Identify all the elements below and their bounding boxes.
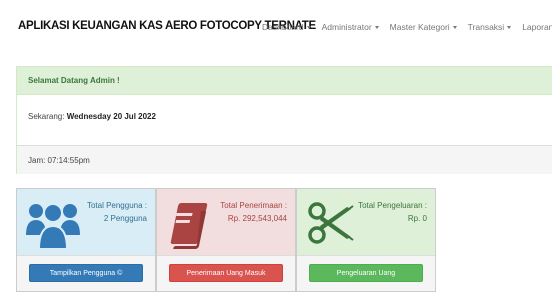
nav-item-label: Master Kategori (389, 22, 450, 32)
users-total-label: Total Pengguna : (86, 201, 147, 210)
users-card-summary: Total Pengguna : 2 Pengguna (17, 189, 155, 255)
users-summary: Total Pengguna : 2 Pengguna (87, 199, 147, 225)
nav-item-transaksi[interactable]: Transaksi (468, 22, 512, 32)
nav-item-laporan[interactable]: Laporan (522, 22, 552, 32)
welcome-heading: Selamat Datang Admin ! (17, 67, 552, 95)
caret-down-icon (374, 26, 379, 30)
users-icon (26, 203, 80, 249)
nav-menu: Dashboard Administrator Master Kategori … (262, 22, 552, 32)
nav-item-label: Dashboard (262, 22, 304, 32)
now-label: Sekarang: (28, 112, 65, 121)
income-card-footer: Penerimaan Uang Masuk (157, 255, 295, 291)
date-value: Wednesday 20 Jul 2022 (66, 112, 156, 121)
income-summary: Total Penerimaan : Rp. 292,543,044 (220, 199, 287, 225)
nav-item-administrator[interactable]: Administrator (322, 22, 379, 32)
expense-total-value: Rp. 0 (407, 214, 427, 223)
income-card: Total Penerimaan : Rp. 292,543,044 Pener… (156, 188, 296, 292)
nav-item-label: Laporan (522, 22, 552, 32)
caret-down-icon (507, 26, 512, 30)
expense-card: Total Pengeluaran : Rp. 0 Pengeluaran Ua… (296, 188, 436, 292)
welcome-panel: Selamat Datang Admin ! Sekarang: Wednesd… (16, 66, 552, 174)
users-total-value: 2 Pengguna (103, 214, 147, 223)
income-card-summary: Total Penerimaan : Rp. 292,543,044 (157, 189, 295, 255)
current-date: Sekarang: Wednesday 20 Jul 2022 (17, 95, 552, 145)
expense-summary: Total Pengeluaran : Rp. 0 (358, 199, 427, 225)
nav-item-master-kategori[interactable]: Master Kategori (390, 22, 457, 32)
current-time: Jam: 07:14:55pm (17, 145, 552, 174)
users-card: Total Pengguna : 2 Pengguna Tampilkan Pe… (16, 188, 156, 292)
expense-card-summary: Total Pengeluaran : Rp. 0 (297, 189, 435, 255)
show-users-button[interactable]: Tampilkan Pengguna © (29, 264, 143, 282)
caret-down-icon (306, 26, 311, 30)
users-card-footer: Tampilkan Pengguna © (17, 255, 155, 291)
nav-item-label: Transaksi (467, 22, 505, 32)
expense-button[interactable]: Pengeluaran Uang (309, 264, 423, 282)
expense-total-label: Total Pengeluaran : (358, 201, 427, 210)
book-icon (170, 203, 208, 249)
income-total-value: Rp. 292,543,044 (227, 214, 287, 223)
scissors-icon (308, 202, 354, 244)
income-total-label: Total Penerimaan : (220, 201, 287, 210)
nav-item-label: Administrator (321, 22, 372, 32)
income-button[interactable]: Penerimaan Uang Masuk (169, 264, 283, 282)
nav-item-dashboard[interactable]: Dashboard (262, 22, 311, 32)
expense-card-footer: Pengeluaran Uang (297, 255, 435, 291)
navbar: APLIKASI KEUANGAN KAS AERO FOTOCOPY TERN… (0, 0, 552, 52)
caret-down-icon (452, 26, 457, 30)
